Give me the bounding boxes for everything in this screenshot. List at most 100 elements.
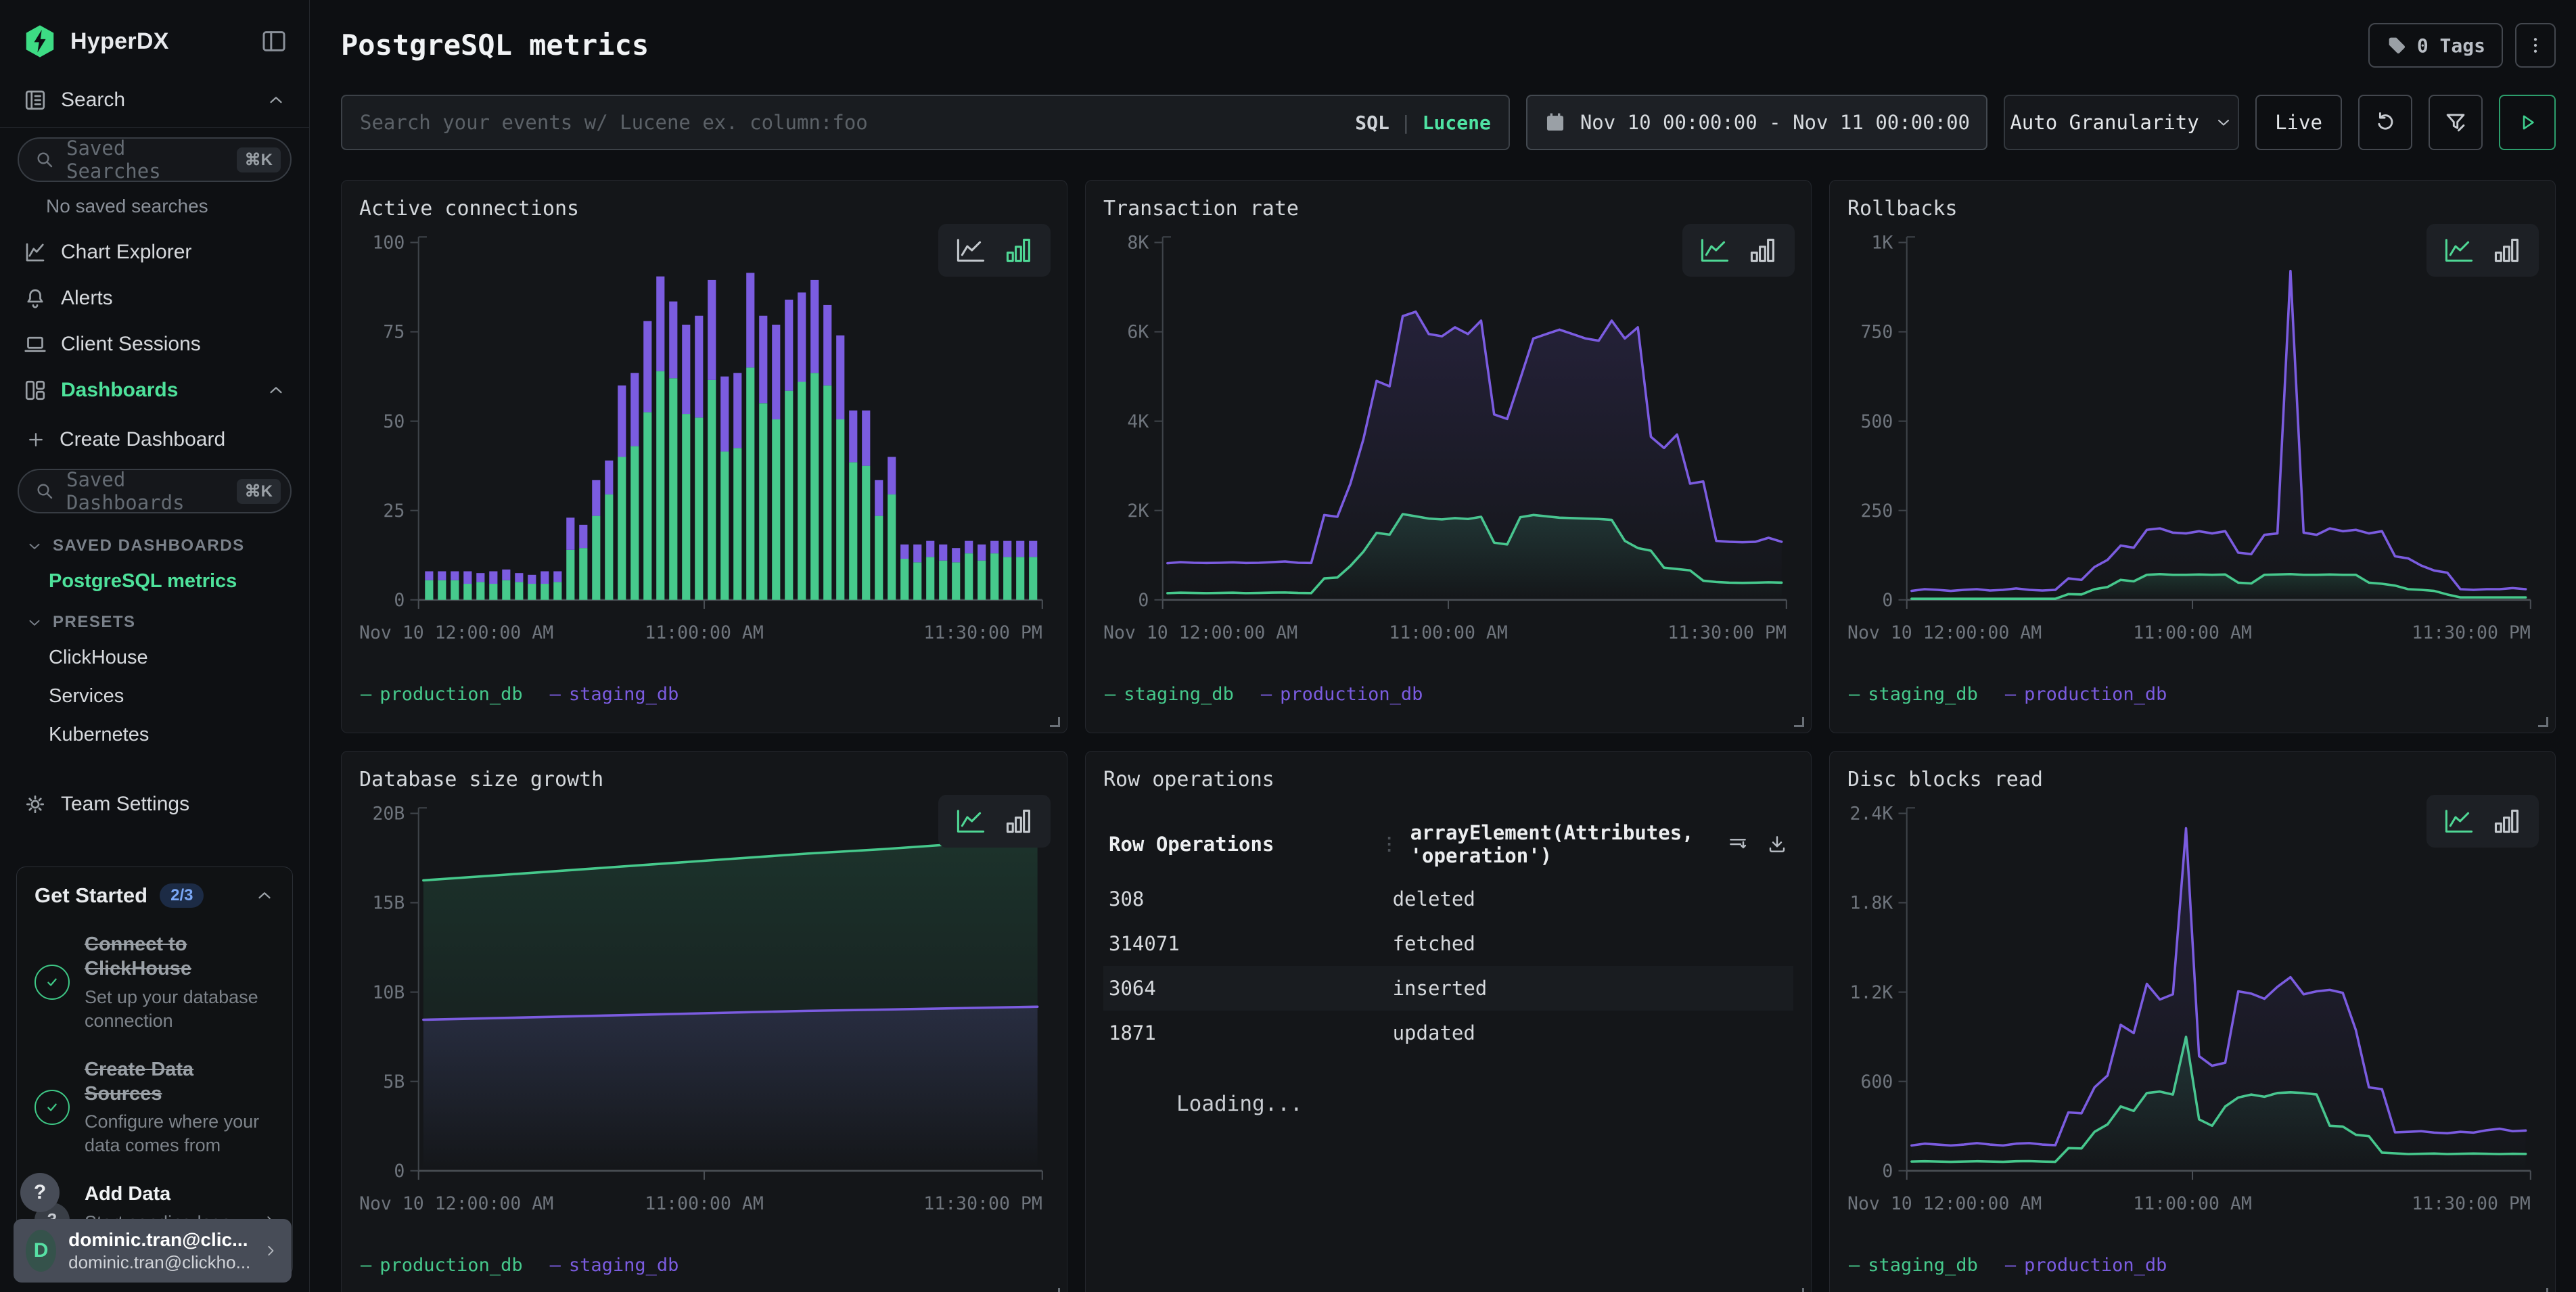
chevron-up-icon[interactable] <box>266 380 286 400</box>
filter-button[interactable] <box>2429 95 2483 150</box>
table-cell-operation: updated <box>1393 1021 1788 1044</box>
saved-dashboards-input[interactable]: Saved Dashboards ⌘K <box>18 469 292 513</box>
saved-searches-input[interactable]: Saved Searches ⌘K <box>18 137 292 182</box>
help-button[interactable]: ? <box>20 1173 60 1212</box>
legend-dash: — <box>361 1255 371 1276</box>
user-menu[interactable]: D dominic.tran@clic... dominic.tran@clic… <box>14 1219 292 1283</box>
query-language-toggle[interactable]: SQL | Lucene <box>1355 112 1491 134</box>
sidebar-item-label: Dashboards <box>61 379 178 402</box>
chart-svg: 0255075100Nov 10 12:00:00 AM11:00:00 AM1… <box>359 227 1049 674</box>
legend-item-staging_db[interactable]: —staging_db <box>1849 684 1978 705</box>
legend-item-production_db[interactable]: —production_db <box>1261 684 1423 705</box>
panel-title: Database size growth <box>359 768 1049 791</box>
live-button[interactable]: Live <box>2255 95 2342 150</box>
chart-canvas[interactable]: 02505007501KNov 10 12:00:00 AM11:00:00 A… <box>1847 227 2537 680</box>
sql-mode-label[interactable]: SQL <box>1355 112 1389 134</box>
table-row[interactable]: 308 deleted <box>1103 877 1793 921</box>
table-header: Row Operations⋮arrayElement(Attributes, … <box>1103 812 1793 877</box>
collapse-sidebar-icon[interactable] <box>260 28 288 55</box>
chart-canvas[interactable]: 05B10B15B20BNov 10 12:00:00 AM11:00:00 A… <box>359 798 1049 1251</box>
table-row[interactable]: 1871 updated <box>1103 1011 1793 1055</box>
get-started-item[interactable]: Connect to ClickHouseSet up your databas… <box>34 932 275 1033</box>
chart-mode-toolbar <box>2426 795 2539 848</box>
panel-transaction-rate: Transaction rate02K4K6K8KNov 10 12:00:00… <box>1085 180 1812 733</box>
legend-item-staging_db[interactable]: —staging_db <box>550 684 679 705</box>
kebab-icon <box>2525 35 2546 55</box>
table-row[interactable]: 3064 inserted <box>1103 966 1793 1011</box>
panel-resize-handle[interactable] <box>2538 1288 2548 1292</box>
table-cell-count: 1871 <box>1109 1021 1381 1044</box>
sidebar-item-client-sessions[interactable]: Client Sessions <box>16 321 293 367</box>
sidebar-item-alerts[interactable]: Alerts <box>16 275 293 321</box>
loading-status: Loading... <box>1176 1092 1793 1116</box>
chart-canvas[interactable]: 0255075100Nov 10 12:00:00 AM11:00:00 AM1… <box>359 227 1049 680</box>
column-resize-handle[interactable]: ⋮ <box>1381 834 1398 854</box>
legend-item-staging_db[interactable]: —staging_db <box>1105 684 1234 705</box>
panel-resize-handle[interactable] <box>2538 717 2548 727</box>
calendar-icon <box>1544 111 1567 134</box>
panel-resize-handle[interactable] <box>1794 717 1804 727</box>
legend-item-staging_db[interactable]: —staging_db <box>550 1255 679 1276</box>
get-started-item[interactable]: Create Data SourcesConfigure where your … <box>34 1057 275 1158</box>
legend-item-production_db[interactable]: —production_db <box>361 1255 523 1276</box>
line-chart-mode-icon[interactable] <box>2444 237 2474 263</box>
preset-item-services[interactable]: Services <box>16 677 293 716</box>
time-range-picker[interactable]: Nov 10 00:00:00 - Nov 11 00:00:00 <box>1526 95 1987 150</box>
line-chart-mode-icon[interactable] <box>2444 808 2474 834</box>
tags-button-label: 0 Tags <box>2417 34 2485 57</box>
chevron-up-icon[interactable] <box>254 885 275 906</box>
bar-chart-mode-icon[interactable] <box>2491 237 2521 263</box>
bar-chart-mode-icon[interactable] <box>1747 237 1777 263</box>
run-query-button[interactable] <box>2499 95 2556 150</box>
table-header-col1: Row Operations <box>1109 833 1381 856</box>
legend-item-production_db[interactable]: —production_db <box>361 684 523 705</box>
chart-canvas[interactable]: 02K4K6K8KNov 10 12:00:00 AM11:00:00 AM11… <box>1103 227 1793 680</box>
line-chart-mode-icon[interactable] <box>956 237 986 263</box>
wrap-rows-icon[interactable] <box>1727 833 1749 855</box>
sidebar-item-label: Alerts <box>61 287 113 310</box>
sidebar-item-create-dashboard[interactable]: Create Dashboard <box>16 417 293 462</box>
saved-dashboards-section[interactable]: SAVED DASHBOARDS <box>16 524 293 562</box>
granularity-select[interactable]: Auto Granularity <box>2004 95 2239 150</box>
preset-item-clickhouse[interactable]: ClickHouse <box>16 639 293 677</box>
svg-text:25: 25 <box>383 501 405 522</box>
legend-item-production_db[interactable]: —production_db <box>2005 684 2167 705</box>
panel-resize-handle[interactable] <box>1794 1288 1804 1292</box>
tags-button[interactable]: 0 Tags <box>2368 23 2503 68</box>
svg-text:0: 0 <box>1882 1161 1893 1182</box>
svg-text:2K: 2K <box>1127 501 1149 522</box>
bar-chart-mode-icon[interactable] <box>1003 237 1033 263</box>
download-icon[interactable] <box>1766 833 1788 855</box>
user-name: dominic.tran@clic... <box>68 1229 250 1251</box>
dashboard-menu-button[interactable] <box>2515 23 2556 68</box>
sidebar-item-team-settings[interactable]: Team Settings <box>16 781 293 827</box>
chart-mode-toolbar <box>2426 224 2539 277</box>
sidebar-item-search[interactable]: Search <box>16 77 293 123</box>
sidebar-item-dashboards[interactable]: Dashboards <box>16 367 293 413</box>
legend-item-production_db[interactable]: —production_db <box>2005 1255 2167 1276</box>
refresh-button[interactable] <box>2358 95 2412 150</box>
get-started-item-title: Create Data Sources <box>85 1057 275 1107</box>
table-row[interactable]: 314071 fetched <box>1103 921 1793 966</box>
lucene-mode-label[interactable]: Lucene <box>1423 112 1491 134</box>
preset-item-kubernetes[interactable]: Kubernetes <box>16 716 293 754</box>
sidebar-item-chart-explorer[interactable]: Chart Explorer <box>16 229 293 275</box>
bar-chart-mode-icon[interactable] <box>2491 808 2521 834</box>
chart-canvas[interactable]: 06001.2K1.8K2.4KNov 10 12:00:00 AM11:00:… <box>1847 798 2537 1251</box>
presets-section[interactable]: PRESETS <box>16 601 293 639</box>
line-chart-mode-icon[interactable] <box>1700 237 1730 263</box>
svg-text:1.8K: 1.8K <box>1849 893 1893 914</box>
search-input[interactable]: Search your events w/ Lucene ex. column:… <box>341 95 1510 150</box>
table-cell-count: 308 <box>1109 887 1381 910</box>
filter-icon <box>2443 110 2468 135</box>
bar-chart-mode-icon[interactable] <box>1003 808 1033 834</box>
chevron-up-icon[interactable] <box>266 90 286 110</box>
panel-resize-handle[interactable] <box>1050 1288 1060 1292</box>
legend-item-staging_db[interactable]: —staging_db <box>1849 1255 1978 1276</box>
hyperdx-logo-icon <box>22 23 58 60</box>
svg-text:500: 500 <box>1860 411 1893 432</box>
saved-dashboard-item[interactable]: PostgreSQL metrics <box>16 562 293 601</box>
panel-resize-handle[interactable] <box>1050 717 1060 727</box>
legend-dash: — <box>2005 1255 2016 1276</box>
line-chart-mode-icon[interactable] <box>956 808 986 834</box>
